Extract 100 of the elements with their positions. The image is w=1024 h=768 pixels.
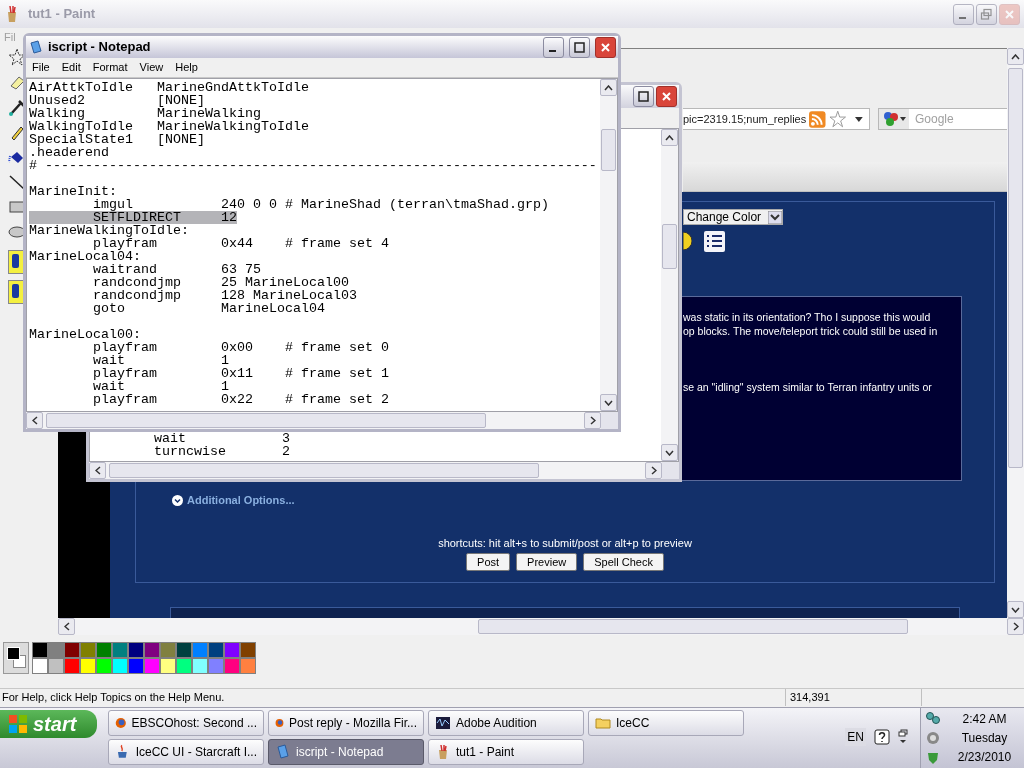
rectangle-icon[interactable] <box>8 198 26 216</box>
arrow-right-icon[interactable] <box>650 466 657 475</box>
color-swatch[interactable] <box>80 642 96 658</box>
smiley-icon[interactable] <box>683 232 692 250</box>
color-swatch[interactable] <box>64 642 80 658</box>
color-swatch[interactable] <box>32 658 48 674</box>
star-icon[interactable] <box>828 110 847 128</box>
menu-item[interactable]: File <box>32 59 50 76</box>
free-select-icon[interactable] <box>8 48 26 66</box>
arrow-down-icon[interactable] <box>1011 606 1020 613</box>
search-engine-icon[interactable] <box>882 111 899 127</box>
maximize-button[interactable] <box>569 36 590 58</box>
arrow-left-icon[interactable] <box>31 416 38 425</box>
list-icon[interactable] <box>704 231 725 252</box>
ellipse-icon[interactable] <box>8 223 26 241</box>
line-icon[interactable] <box>8 173 26 191</box>
color-swatch[interactable] <box>96 642 112 658</box>
taskbar-button[interactable]: IceCC <box>588 710 744 736</box>
scroll-thumb[interactable] <box>109 463 539 478</box>
color-swatch[interactable] <box>176 658 192 674</box>
color-select[interactable]: Change Color <box>683 209 783 225</box>
color-swatch[interactable] <box>128 658 144 674</box>
color-swatch[interactable] <box>240 658 256 674</box>
arrow-left-icon[interactable] <box>94 466 101 475</box>
arrow-right-icon[interactable] <box>1012 622 1019 631</box>
menu-item[interactable]: Help <box>175 59 198 76</box>
message-textarea[interactable] <box>682 296 962 481</box>
color-swatch[interactable] <box>112 658 128 674</box>
arrow-up-icon[interactable] <box>1011 53 1020 60</box>
arrow-up-icon[interactable] <box>665 134 674 141</box>
restore-button[interactable] <box>976 3 997 25</box>
menu-item[interactable]: View <box>139 59 164 76</box>
color-swatch[interactable] <box>224 642 240 658</box>
language-indicator[interactable]: EN <box>845 728 866 746</box>
fill-option-icon[interactable] <box>8 250 24 274</box>
arrow-down-icon[interactable] <box>604 399 613 406</box>
color-swatch[interactable] <box>176 642 192 658</box>
scroll-thumb[interactable] <box>478 619 908 634</box>
minimize-button[interactable] <box>543 36 564 58</box>
color-swatch[interactable] <box>224 658 240 674</box>
text-area[interactable] <box>27 79 600 411</box>
scroll-thumb[interactable] <box>1008 68 1023 468</box>
color-swatch[interactable] <box>64 658 80 674</box>
color-swatch[interactable] <box>208 642 224 658</box>
color-swatch[interactable] <box>96 658 112 674</box>
scroll-thumb[interactable] <box>601 129 616 171</box>
scroll-thumb[interactable] <box>46 413 486 428</box>
search-field[interactable]: Google <box>878 108 1008 130</box>
vertical-scrollbar[interactable] <box>1007 48 1024 618</box>
taskbar-button[interactable]: EBSCOhost: Second ... <box>108 710 264 736</box>
arrow-down-icon[interactable] <box>665 449 674 456</box>
restore-bar-icon[interactable] <box>898 729 908 745</box>
taskbar-button[interactable]: iscript - Notepad <box>268 739 424 765</box>
color-swatch[interactable] <box>160 658 176 674</box>
color-swatch[interactable] <box>240 642 256 658</box>
arrow-up-icon[interactable] <box>604 84 613 91</box>
horizontal-scrollbar[interactable] <box>58 618 1024 635</box>
fill-option-icon[interactable] <box>8 280 24 304</box>
taskbar-button[interactable]: Adobe Audition <box>428 710 584 736</box>
arrow-left-icon[interactable] <box>63 622 70 631</box>
additional-options-link[interactable]: Additional Options... <box>187 492 295 509</box>
vertical-scrollbar[interactable] <box>661 129 678 461</box>
color-swatch[interactable] <box>144 642 160 658</box>
menu-item[interactable]: Format <box>92 59 128 76</box>
shield-icon[interactable] <box>925 751 941 765</box>
close-button[interactable] <box>595 36 616 58</box>
horizontal-scrollbar[interactable] <box>89 462 662 479</box>
network-icon[interactable] <box>925 711 941 725</box>
dropdown-arrow-icon[interactable] <box>899 117 906 121</box>
address-field[interactable]: pic=2319.15;num_replies <box>683 108 870 130</box>
color-swatch[interactable] <box>48 642 64 658</box>
close-button[interactable] <box>656 86 677 107</box>
dropdown-arrow-icon[interactable] <box>855 116 863 122</box>
vertical-scrollbar[interactable] <box>600 79 617 411</box>
taskbar-button[interactable]: IceCC UI - Starcraft I... <box>108 739 264 765</box>
color-swatch[interactable] <box>160 642 176 658</box>
color-swatch[interactable] <box>32 642 48 658</box>
menu-item[interactable]: Edit <box>61 59 81 76</box>
current-colors-icon[interactable] <box>3 642 29 674</box>
search-input[interactable]: Google <box>909 110 999 128</box>
color-swatch[interactable] <box>192 642 208 658</box>
chevron-circle-icon[interactable] <box>172 494 183 506</box>
color-swatch[interactable] <box>144 658 160 674</box>
color-swatch[interactable] <box>112 642 128 658</box>
taskbar-button[interactable]: Post reply - Mozilla Fir... <box>268 710 424 736</box>
scroll-thumb[interactable] <box>662 224 677 269</box>
color-swatch[interactable] <box>192 658 208 674</box>
color-swatch[interactable] <box>128 642 144 658</box>
maximize-button[interactable] <box>633 86 654 107</box>
eyedropper-icon[interactable] <box>8 98 26 116</box>
horizontal-scrollbar[interactable] <box>26 412 601 429</box>
clock-time[interactable]: 2:42 AM <box>962 709 1007 729</box>
speaker-icon[interactable] <box>925 731 941 745</box>
arrow-right-icon[interactable] <box>589 416 596 425</box>
rss-icon[interactable] <box>809 110 826 128</box>
color-swatch[interactable] <box>48 658 64 674</box>
color-swatch[interactable] <box>208 658 224 674</box>
help-icon[interactable] <box>874 729 890 745</box>
color-swatch[interactable] <box>80 658 96 674</box>
taskbar-button[interactable]: tut1 - Paint <box>428 739 584 765</box>
